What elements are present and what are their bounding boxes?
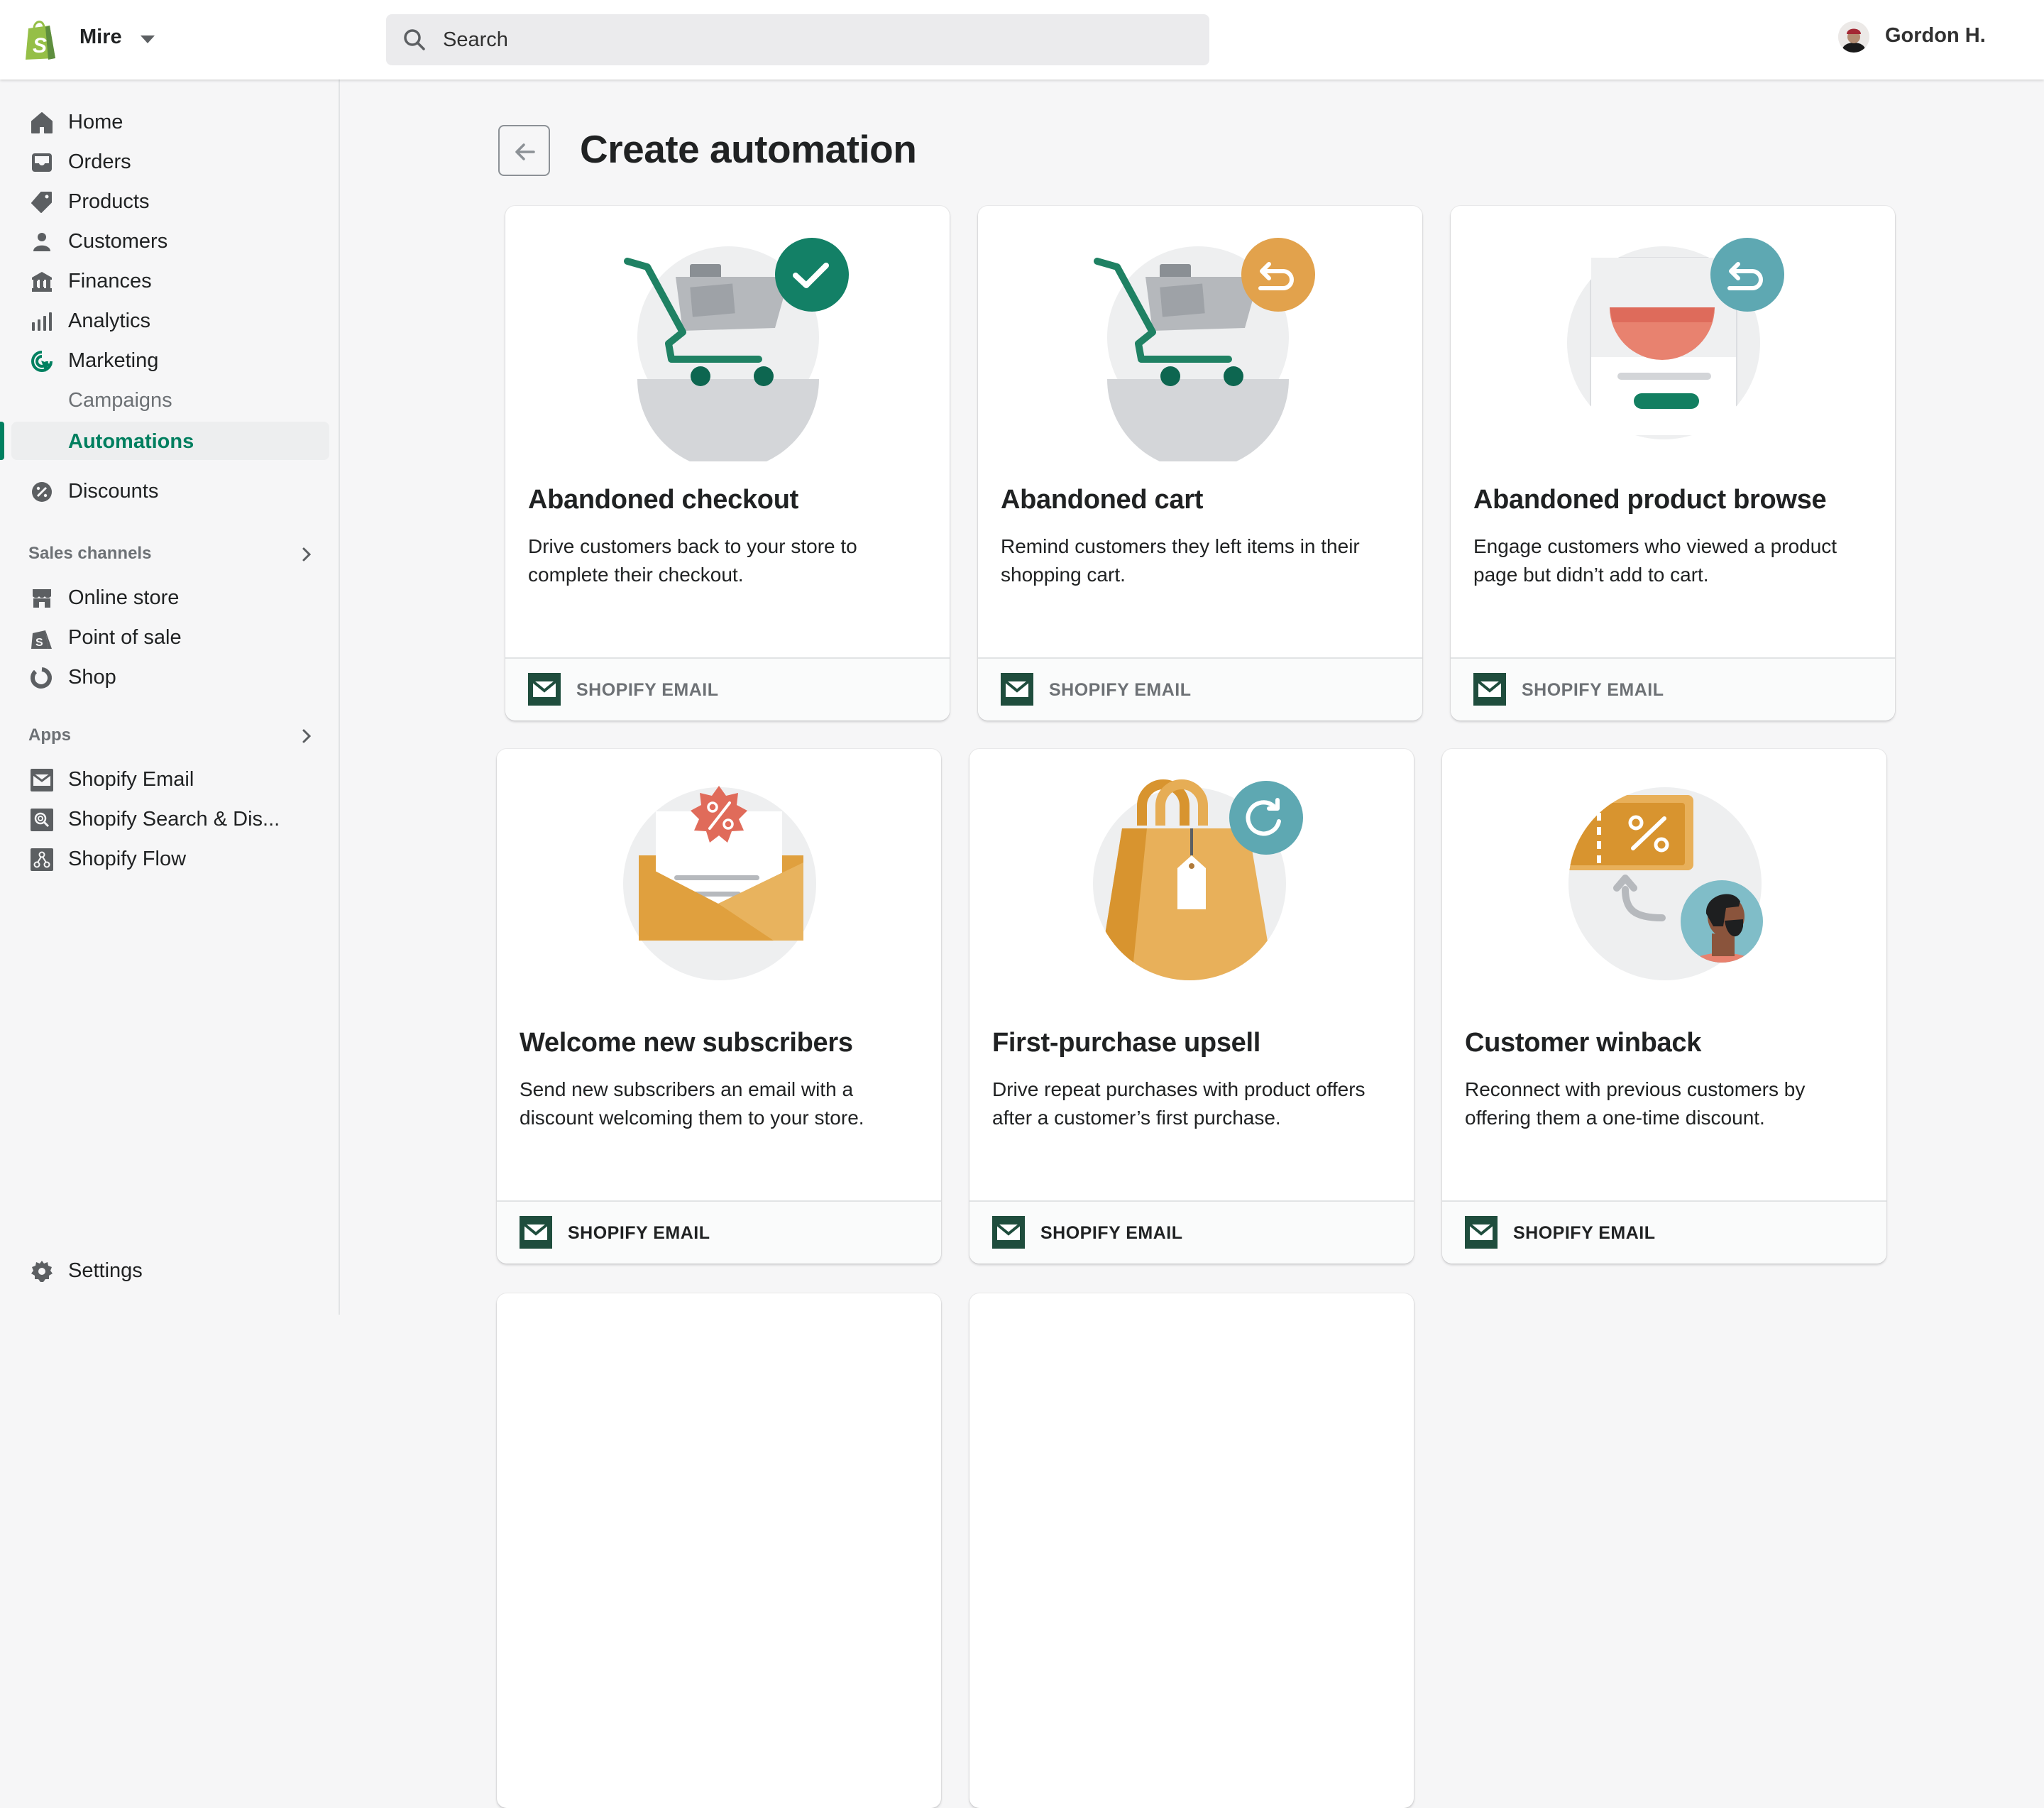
search-app-icon	[31, 809, 53, 831]
automation-card-customer-winback[interactable]: Customer winback Reconnect with previous…	[1442, 749, 1886, 1264]
back-button[interactable]	[498, 125, 550, 176]
card-title: Customer winback	[1465, 1028, 1702, 1058]
automation-card-partial[interactable]	[969, 1293, 1414, 1808]
shopify-email-icon	[1473, 673, 1506, 706]
app-label: SHOPIFY EMAIL	[568, 1223, 710, 1243]
gear-icon	[31, 1261, 53, 1282]
automation-card-abandoned-cart[interactable]: Abandoned cart Remind customers they lef…	[978, 206, 1422, 721]
svg-text:S: S	[33, 34, 47, 57]
card-description: Remind customers they left items in thei…	[1001, 535, 1360, 586]
card-footer: SHOPIFY EMAIL	[497, 1200, 941, 1264]
sidebar-item-settings[interactable]: Settings	[0, 1252, 340, 1289]
card-title: First-purchase upsell	[992, 1028, 1261, 1058]
automation-card-partial[interactable]	[497, 1293, 941, 1808]
sidebar-item-campaigns[interactable]: Campaigns	[0, 382, 340, 419]
shop-circle-icon	[31, 667, 52, 689]
app-label: SHOPIFY EMAIL	[576, 680, 719, 700]
app-label: SHOPIFY EMAIL	[1049, 680, 1192, 700]
avatar	[1838, 21, 1869, 53]
card-footer: SHOPIFY EMAIL	[969, 1200, 1414, 1264]
shopify-email-icon	[528, 673, 561, 706]
product-page-return-illustration	[1567, 238, 1784, 439]
card-footer: SHOPIFY EMAIL	[505, 657, 950, 721]
sidebar-item-finances[interactable]: Finances	[0, 263, 340, 300]
bar-chart-icon	[32, 312, 52, 331]
shopify-email-icon	[520, 1216, 552, 1249]
sales-channels-header: Sales channels	[28, 544, 152, 563]
sidebar-item-home[interactable]: Home	[0, 104, 340, 141]
tag-icon	[31, 192, 52, 213]
card-description: Send new subscribers an email with a dis…	[520, 1078, 864, 1129]
sidebar: Home Orders Products Customers Finances …	[0, 80, 340, 1315]
sidebar-item-automations[interactable]: Automations	[0, 422, 340, 460]
app-label: SHOPIFY EMAIL	[1513, 1223, 1656, 1243]
shopify-email-icon	[1465, 1216, 1498, 1249]
apps-header: Apps	[28, 725, 71, 745]
sidebar-item-shop[interactable]: Shop	[0, 659, 340, 696]
card-title: Abandoned product browse	[1473, 485, 1827, 515]
chevron-right-icon[interactable]	[298, 728, 315, 745]
search-input[interactable]: Search	[443, 28, 508, 52]
card-footer: SHOPIFY EMAIL	[1451, 657, 1895, 721]
sidebar-item-customers[interactable]: Customers	[0, 223, 340, 260]
sidebar-item-point-of-sale[interactable]: S Point of sale	[0, 619, 340, 656]
sidebar-item-discounts[interactable]: Discounts	[0, 473, 340, 510]
user-name: Gordon H.	[1885, 24, 1986, 47]
sidebar-item-online-store[interactable]: Online store	[0, 579, 340, 616]
automation-card-abandoned-checkout[interactable]: Abandoned checkout Drive customers back …	[505, 206, 950, 721]
shopping-bag-repeat-illustration	[1093, 779, 1303, 980]
sidebar-item-orders[interactable]: Orders	[0, 143, 340, 180]
sidebar-item-analytics[interactable]: Analytics	[0, 302, 340, 339]
active-indicator	[0, 422, 4, 460]
page-title: Create automation	[580, 127, 917, 171]
discount-badge-icon	[32, 482, 52, 502]
shopify-email-icon	[992, 1216, 1025, 1249]
card-description: Drive repeat purchases with product offe…	[992, 1078, 1366, 1129]
sidebar-item-shopify-flow[interactable]: Shopify Flow	[0, 840, 340, 877]
automation-card-first-purchase-upsell[interactable]: First-purchase upsell Drive repeat purch…	[969, 749, 1414, 1264]
sidebar-item-products[interactable]: Products	[0, 183, 340, 220]
arrow-left-icon	[515, 143, 535, 160]
automation-card-abandoned-product-browse[interactable]: Abandoned product browse Engage customer…	[1451, 206, 1895, 721]
target-cursor-icon	[31, 351, 53, 372]
card-description: Engage customers who viewed a product pa…	[1473, 535, 1837, 586]
chevron-right-icon[interactable]	[298, 546, 315, 563]
sidebar-item-marketing[interactable]: Marketing	[0, 342, 340, 379]
card-title: Abandoned cart	[1001, 485, 1204, 515]
envelope-discount-illustration	[623, 786, 816, 980]
top-bar: S Mire Search Gordon H.	[0, 0, 2044, 80]
sidebar-item-shopify-search[interactable]: Shopify Search & Dis...	[0, 801, 340, 838]
card-footer: SHOPIFY EMAIL	[1442, 1200, 1886, 1264]
app-label: SHOPIFY EMAIL	[1522, 680, 1664, 700]
flow-app-icon	[31, 848, 53, 871]
store-switcher-caret-icon[interactable]	[141, 35, 155, 43]
store-name[interactable]: Mire	[79, 26, 122, 49]
svg-text:S: S	[35, 637, 43, 649]
shopify-logo-icon[interactable]: S	[21, 18, 61, 61]
shopify-email-icon	[1001, 673, 1033, 706]
card-description: Drive customers back to your store to co…	[528, 535, 857, 586]
main-content: Create automation Abandoned checkout Dri…	[341, 80, 2044, 1808]
person-icon	[33, 233, 50, 251]
card-title: Welcome new subscribers	[520, 1028, 853, 1058]
email-app-icon	[31, 769, 53, 791]
bank-icon	[32, 272, 52, 292]
card-description: Reconnect with previous customers by off…	[1465, 1078, 1806, 1129]
app-label: SHOPIFY EMAIL	[1040, 1223, 1183, 1243]
card-title: Abandoned checkout	[528, 485, 798, 515]
search-icon	[404, 29, 425, 50]
coupon-customer-illustration	[1568, 787, 1763, 980]
cart-check-illustration	[624, 238, 849, 461]
cart-return-illustration	[1094, 238, 1315, 461]
pos-bag-icon: S	[31, 630, 52, 649]
sidebar-item-shopify-email[interactable]: Shopify Email	[0, 761, 340, 798]
storefront-icon	[33, 589, 51, 608]
card-footer: SHOPIFY EMAIL	[978, 657, 1422, 721]
search-bar[interactable]: Search	[386, 14, 1209, 65]
inbox-icon	[32, 153, 52, 172]
automation-card-welcome-subscribers[interactable]: Welcome new subscribers Send new subscri…	[497, 749, 941, 1264]
home-icon	[31, 112, 53, 133]
